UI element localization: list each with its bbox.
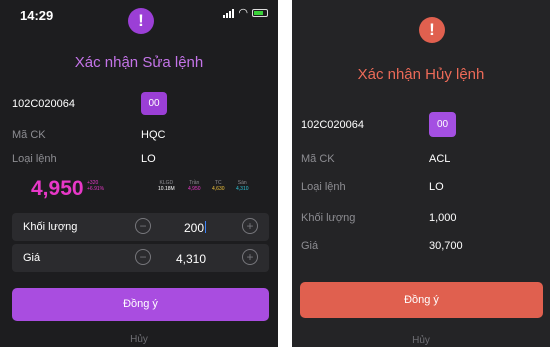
dialog-title: Xác nhận Sửa lệnh: [74, 54, 204, 71]
wifi-icon: ◠: [238, 7, 248, 19]
order-type-value: LO: [429, 181, 444, 193]
signal-icon: [223, 8, 235, 18]
ref-volume: KLGD 10.18M: [158, 180, 175, 192]
cancel-button[interactable]: Hủy: [0, 334, 278, 345]
ref-value: 4,310: [236, 186, 249, 192]
price-label: Giá: [23, 252, 41, 264]
ref-reference: TC 4,630: [212, 180, 225, 192]
cancel-button[interactable]: Hủy: [292, 335, 550, 346]
order-type-label: Loại lệnh: [12, 153, 57, 165]
alert-icon: !: [419, 17, 445, 43]
status-time: 14:29: [20, 8, 54, 23]
change-pct: +6.91%: [87, 186, 105, 192]
quantity-input[interactable]: 200: [184, 221, 206, 235]
price-minus-icon[interactable]: −: [135, 249, 151, 265]
quantity-stepper: Khối lượng − 200 +: [12, 213, 269, 241]
quantity-minus-icon[interactable]: −: [135, 218, 151, 234]
alert-icon: !: [128, 8, 154, 34]
price-stepper: Giá − 4,310 +: [12, 244, 269, 272]
dialog-title: Xác nhận Hủy lệnh: [357, 66, 485, 83]
status-icons: ◠: [223, 7, 268, 19]
confirm-button[interactable]: Đồng ý: [300, 282, 543, 318]
account-id: 102C020064: [301, 119, 365, 131]
account-badge[interactable]: 00: [141, 92, 167, 115]
confirm-button[interactable]: Đồng ý: [12, 288, 269, 321]
quantity-plus-icon[interactable]: +: [242, 218, 258, 234]
quantity-label: Khối lượng: [23, 221, 78, 233]
cancel-order-screen: ! Xác nhận Hủy lệnh 102C020064 00 Mã CK …: [292, 0, 550, 347]
quantity-label: Khối lượng: [301, 212, 356, 224]
ref-ceiling: Trần 4,950: [188, 180, 201, 192]
quantity-value: 1,000: [429, 212, 457, 224]
order-type-value: LO: [141, 153, 156, 165]
battery-icon: [252, 9, 268, 17]
symbol-value: ACL: [429, 153, 451, 165]
edit-order-screen: 14:29 ◠ ! Xác nhận Sửa lệnh 102C020064 0…: [0, 0, 278, 347]
price-value: 30,700: [429, 240, 463, 252]
price-change: +320 +6.91%: [87, 180, 104, 192]
order-type-label: Loại lệnh: [301, 181, 346, 193]
quantity-value: 200: [183, 221, 204, 235]
symbol-value: HQC: [141, 129, 166, 141]
account-badge[interactable]: 00: [429, 112, 456, 137]
price-plus-icon[interactable]: +: [242, 249, 258, 265]
symbol-label: Mã CK: [301, 153, 335, 165]
price-input[interactable]: 4,310: [176, 252, 206, 266]
symbol-label: Mã CK: [12, 129, 46, 141]
account-id: 102C020064: [12, 98, 76, 110]
text-cursor: [205, 221, 206, 233]
ref-value: 10.18M: [158, 186, 175, 192]
ref-value: 4,630: [212, 186, 225, 192]
ref-floor: Sàn 4,310: [236, 180, 249, 192]
ref-value: 4,950: [188, 186, 201, 192]
last-price: 4,950: [31, 177, 84, 200]
price-label: Giá: [301, 240, 319, 252]
